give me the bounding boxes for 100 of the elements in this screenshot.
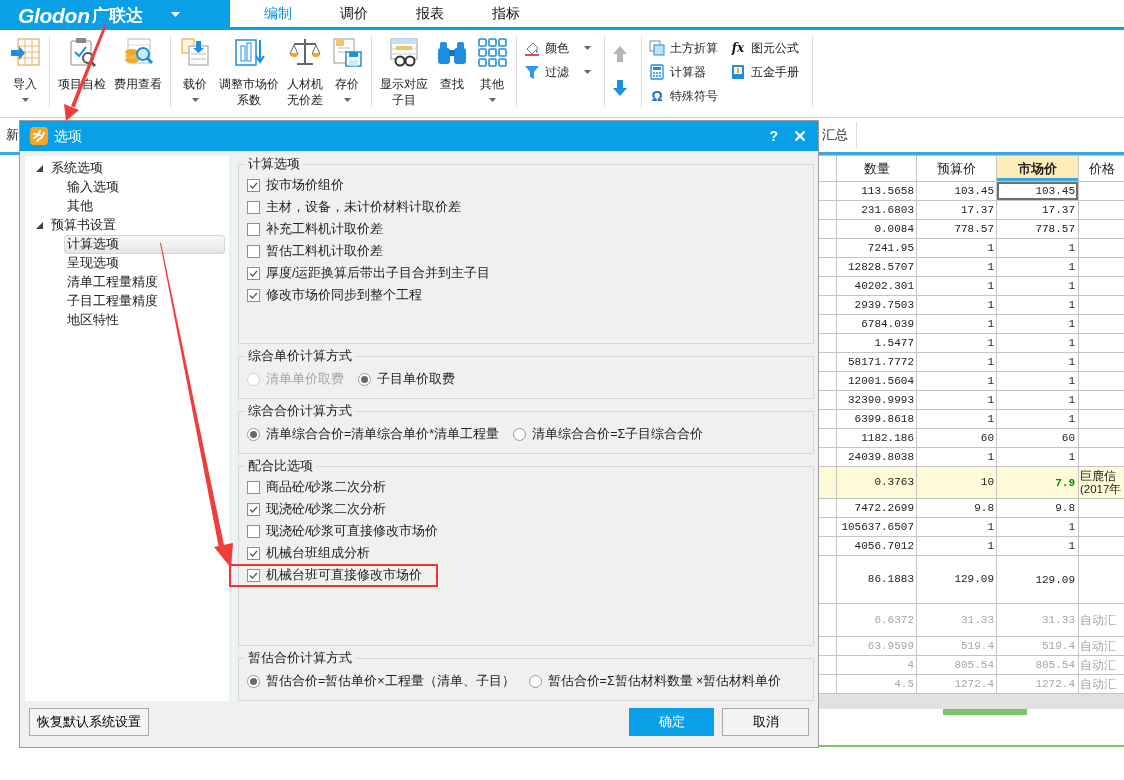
document-tab[interactable]: 新 [6,118,19,152]
ribbon-button[interactable]: 其他 [473,34,511,104]
tree-item[interactable]: 地区特性 [64,311,225,330]
ribbon-button[interactable]: Ω 特殊符号 [647,86,720,106]
table-cell: 1 [916,517,997,537]
ribbon-button[interactable]: fx 图元公式 [728,38,801,58]
table-cell: 1182.186 [836,428,917,448]
ribbon-tab[interactable]: 报表 [392,0,468,27]
expand-icon[interactable] [35,221,44,230]
ribbon-tab[interactable]: 调价 [316,0,392,27]
tree-item[interactable]: 输入选项 [64,178,225,197]
table-cell[interactable]: 778.57 [997,220,1078,238]
table-cell: 1272.4 [916,674,997,694]
checkbox[interactable] [247,480,260,494]
checkbox[interactable] [247,178,260,192]
option-label: 商品砼/砂浆二次分析 [266,478,387,496]
restore-defaults-button[interactable]: 恢复默认系统设置 [29,708,149,736]
table-cell[interactable]: 1 [997,334,1078,352]
table-cell[interactable]: 1 [997,239,1078,257]
checkbox[interactable] [247,288,260,302]
table-cell[interactable]: 1 [997,315,1078,333]
tree-item[interactable]: 清单工程量精度 [64,273,225,292]
column-header[interactable]: 数量 [836,155,917,182]
checkbox[interactable] [247,222,260,236]
column-header[interactable]: 价格 [1078,155,1124,182]
table-cell: 805.54 [916,655,997,675]
ribbon-button[interactable]: 导入 [6,34,44,104]
move-up-button[interactable] [610,44,630,64]
table-cell: 60 [916,428,997,448]
option-label: 现浇砼/砂浆可直接修改市场价 [266,522,439,540]
table-cell: 6399.8618 [836,409,917,429]
table-cell: 86.1883 [836,555,917,604]
table-cell[interactable]: 60 [997,429,1078,447]
table-cell: 31.33 [916,603,997,637]
column-header[interactable]: 市场价 [996,155,1079,182]
option-label: 清单综合合价=Σ子目综合合价 [532,425,704,443]
table-cell[interactable]: 1 [997,391,1078,409]
columns-arrow-icon [233,36,265,68]
splitter-handle[interactable] [943,709,1027,715]
document-tab[interactable]: 汇总 [822,122,857,148]
radio-button[interactable] [247,674,260,688]
table-cell[interactable]: 9.8 [997,499,1078,517]
table-cell[interactable]: 1 [997,448,1078,466]
radio-button[interactable] [528,674,542,688]
checkbox[interactable] [247,200,260,214]
ribbon-button[interactable]: 颜色 [522,38,593,58]
caret-icon[interactable] [170,12,180,18]
group-title: 计算选项 [247,157,301,172]
checkbox[interactable] [247,244,260,258]
table-cell[interactable]: 1 [997,518,1078,536]
table-cell[interactable]: 17.37 [997,201,1078,219]
checkbox[interactable] [247,569,260,582]
checkbox[interactable] [247,546,260,560]
tree-item[interactable]: 子目工程量精度 [64,292,225,311]
table-cell: 9.8 [916,498,997,518]
table-cell[interactable]: 1 [997,277,1078,295]
scales-icon [289,36,321,68]
expand-icon[interactable] [35,164,44,173]
table-cell: 1 [916,333,997,353]
ribbon-button[interactable]: 计算器 [647,62,720,82]
table-cell[interactable]: 1 [997,296,1078,314]
table-cell[interactable]: 1 [997,372,1078,390]
tree-item[interactable]: 计算选项 [64,235,225,254]
radio-button[interactable] [513,427,527,441]
move-down-button[interactable] [610,78,630,98]
ribbon-button[interactable]: 费用查看 [111,34,165,94]
table-cell[interactable]: 1 [997,353,1078,371]
option-label: 按市场价组价 [266,176,344,194]
cancel-button[interactable]: 取消 [722,708,809,736]
tree-item[interactable]: 呈现选项 [64,254,225,273]
tree-item[interactable]: 其他 [64,197,225,216]
ribbon-button[interactable]: 载价 [176,34,214,104]
ribbon-button[interactable]: 过滤 [522,62,593,82]
ribbon-button[interactable]: 调整市场价 系数 [216,34,282,110]
checkbox[interactable] [247,502,260,516]
ribbon-tab[interactable]: 指标 [468,0,544,27]
ribbon-button[interactable]: 人材机 无价差 [284,34,326,110]
table-cell[interactable]: 1 [997,258,1078,276]
table-cell[interactable]: 1 [997,410,1078,428]
table-cell: 1 [916,295,997,315]
radio-button[interactable] [247,427,260,441]
column-header[interactable]: 预算价 [916,155,997,182]
ribbon-button[interactable]: 五金手册 [728,62,801,82]
checkbox[interactable] [247,524,260,538]
checkbox[interactable] [247,266,260,280]
table-cell: 12828.5707 [836,257,917,277]
table-cell: 12001.5604 [836,371,917,391]
table-cell[interactable]: 1 [997,537,1078,555]
grid-icon [476,36,508,68]
table-cell: 32390.9993 [836,390,917,410]
tree-item[interactable]: 预算书设置 [51,216,116,235]
ribbon-button[interactable]: 显示对应 子目 [377,34,431,110]
ribbon-button[interactable]: 土方折算 [647,38,720,58]
ribbon-button[interactable]: 存价 [328,34,366,104]
table-cell[interactable]: 103.45 [997,182,1078,200]
radio-button[interactable] [358,372,371,386]
table-cell: 0.0084 [836,219,917,239]
tree-item[interactable]: 系统选项 [51,159,103,178]
ribbon-button[interactable]: 查找 [433,34,471,94]
arrow-up-icon [612,45,628,63]
